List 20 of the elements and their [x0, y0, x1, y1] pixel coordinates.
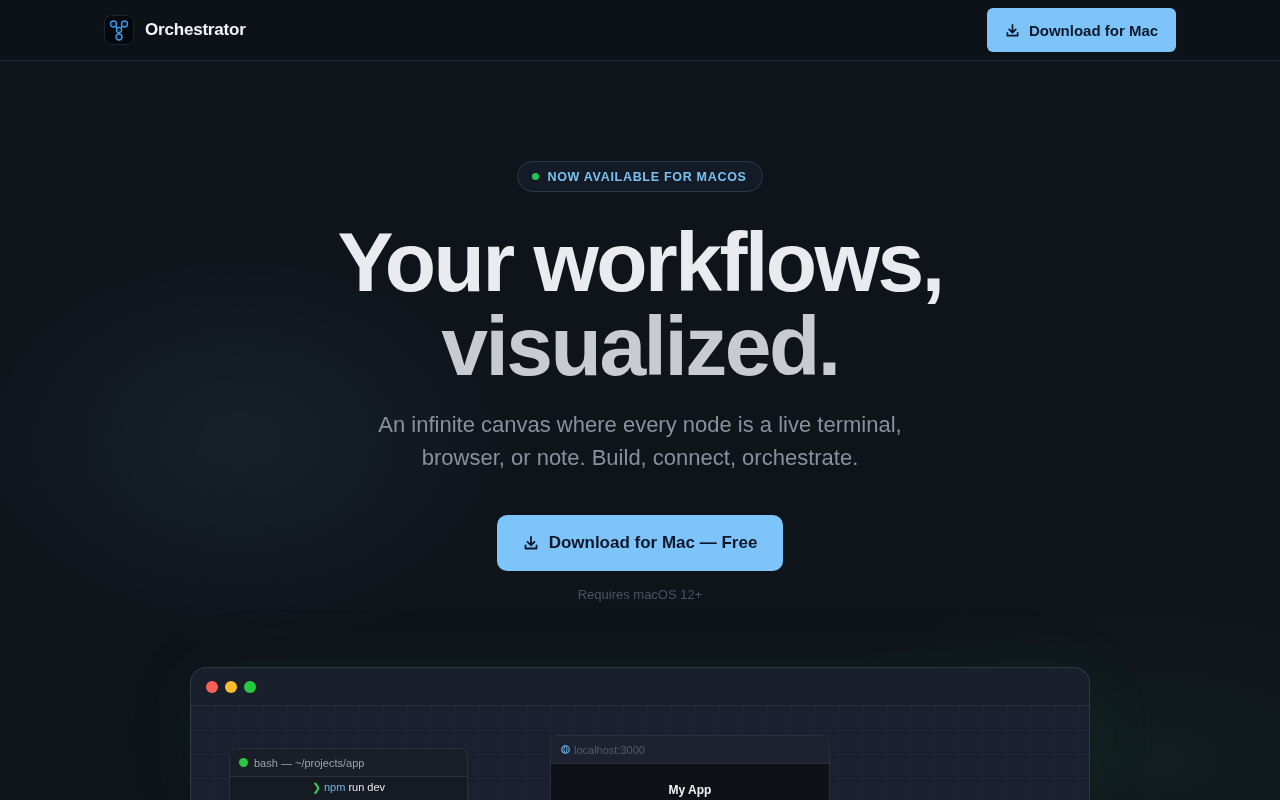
hero-subtitle: An infinite canvas where every node is a live terminal, browser, or note. Build, connect, orchestrate.: [377, 411, 903, 472]
terminal-command-line: ❯ npm run dev: [311, 781, 386, 794]
status-dot-icon: [532, 173, 540, 180]
minimize-dot-icon: [225, 680, 237, 693]
download-icon: [522, 535, 539, 551]
globe-icon: [561, 745, 570, 754]
requirement-note: Requires macOS 12+: [577, 586, 703, 604]
page-title: My App: [668, 783, 712, 797]
url-text: localhost:3000: [574, 743, 645, 756]
download-icon: [1004, 22, 1020, 38]
hero-heading: Your workflows, visualized.: [337, 220, 943, 388]
zoom-dot-icon: [244, 680, 256, 693]
badge-label: NOW AVAILABLE FOR MACOS: [547, 169, 747, 184]
status-dot-icon: [239, 758, 248, 767]
download-button[interactable]: Download for Mac: [987, 8, 1176, 52]
brand-name: Orchestrator: [145, 20, 246, 40]
node-title: bash — ~/projects/app: [254, 756, 365, 769]
download-button[interactable]: Download for Mac — Free: [497, 515, 783, 571]
logo-icon: [104, 15, 134, 45]
close-dot-icon: [206, 680, 218, 693]
